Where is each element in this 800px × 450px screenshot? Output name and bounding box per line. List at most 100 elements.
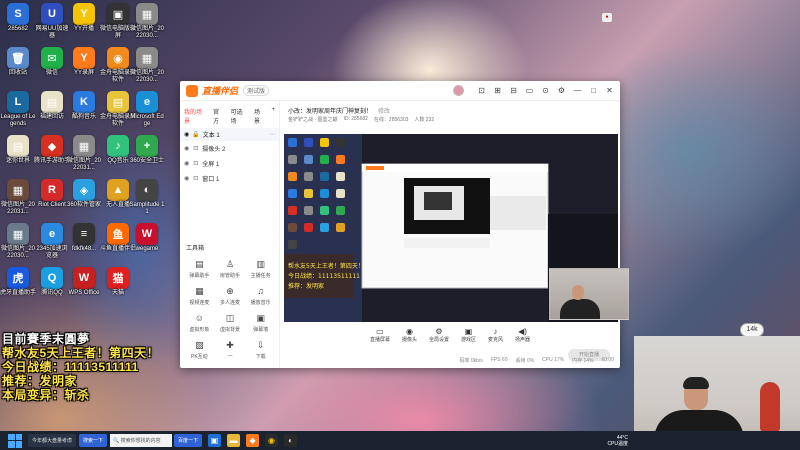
- baidu-button[interactable]: 百度一下: [174, 434, 203, 447]
- live-companion-taskbar-icon[interactable]: ◆: [246, 434, 260, 447]
- desktop-icon[interactable]: Q 腾讯QQ: [34, 267, 70, 297]
- scene-actions-icon[interactable]: ⋯: [269, 131, 275, 138]
- desktop-icon[interactable]: ▦ 微信图片_2022031...: [0, 179, 36, 216]
- layer-item[interactable]: ◉ ⊡ 窗口 1: [180, 171, 279, 186]
- desktop-icon[interactable]: R Riot Client: [34, 179, 70, 209]
- live-control-button[interactable]: ▭ 直播屏幕: [370, 327, 390, 343]
- desktop-icon[interactable]: Y YY开播: [66, 3, 102, 33]
- window-control-icon[interactable]: ⚙: [557, 86, 566, 95]
- tool-item[interactable]: ▤ 弹幕助手: [184, 259, 215, 279]
- desktop-icon[interactable]: ◆ 腾讯手游助手: [34, 135, 70, 165]
- live-control-button[interactable]: ♪ 麦克风: [488, 327, 503, 343]
- tool-icon: ▤: [195, 259, 204, 269]
- eye-icon[interactable]: ◉: [184, 160, 189, 167]
- eye-icon[interactable]: ◉: [184, 145, 189, 152]
- layer-item[interactable]: ◉ ⊡ 摄像头 2: [180, 141, 279, 156]
- tool-label: 下载: [255, 354, 266, 360]
- nested-overlay-text-3: 推荐：发明家: [288, 282, 324, 290]
- desktop-icon[interactable]: K 酷狗音乐: [66, 91, 102, 121]
- tool-item[interactable]: ◫ 虚拟背景: [215, 313, 246, 333]
- taskbar-search-button[interactable]: 搜索一下: [79, 434, 108, 447]
- desktop-icon[interactable]: S 285682: [0, 3, 36, 33]
- status-item: 60:00: [601, 357, 614, 363]
- window-control-icon[interactable]: ⊡: [477, 86, 486, 95]
- follower-badge: 14k: [740, 323, 764, 337]
- desktop-icon-label: 微信: [45, 70, 58, 76]
- tab-3[interactable]: 场景: [254, 107, 266, 125]
- nested-overlay-text: 帮水友5天上王者！第四天！: [288, 262, 364, 270]
- desktop-icon[interactable]: e Microsoft Edge: [129, 91, 165, 128]
- desktop-icon-label: 腾讯手游助手: [34, 158, 71, 164]
- tool-item[interactable]: ⇩ 下载: [245, 340, 276, 360]
- taskbar-search-input[interactable]: 🔍 搜索你想找的内容: [110, 434, 173, 447]
- window-control-icon[interactable]: □: [589, 86, 598, 95]
- taskbar-news-pill[interactable]: 今年都大盘量考虑: [28, 434, 77, 447]
- eye-icon[interactable]: ◉: [184, 131, 189, 138]
- window-control-icon[interactable]: ⊙: [541, 86, 550, 95]
- desktop-icon[interactable]: ◐ Samplitude 11: [129, 179, 165, 216]
- desktop-icon-label: 微信图片_2022031...: [66, 158, 101, 171]
- tab-0[interactable]: 我的场景: [184, 107, 207, 125]
- desktop-icon[interactable]: Wwegame: [129, 223, 165, 253]
- lock-icon[interactable]: 🔒: [192, 131, 199, 138]
- desktop-icon[interactable]: Y YY录屏: [66, 47, 102, 77]
- tool-item[interactable]: ▣ 弹幕墙: [245, 313, 276, 333]
- live-control-button[interactable]: ◉ 摄像头: [402, 327, 417, 343]
- desktop-icon[interactable]: ▦ 微信图片_2022031...: [66, 135, 102, 172]
- desktop-icon[interactable]: ▦ 微信图片_2022030...: [0, 223, 36, 260]
- tab-2[interactable]: 可选场: [231, 107, 248, 125]
- scene-row[interactable]: ◉ 🔒 文本 1 ⋯: [180, 128, 279, 141]
- add-scene-icon[interactable]: +: [271, 107, 275, 125]
- desktop-icon[interactable]: ▦ 微信图片_2022030...: [129, 47, 165, 84]
- avatar[interactable]: [453, 85, 464, 96]
- samplitude-taskbar-icon[interactable]: ◐: [284, 434, 298, 447]
- window-control-icon[interactable]: ▭: [525, 86, 534, 95]
- app-icon: ◐: [136, 179, 158, 201]
- desktop-icon[interactable]: ≡ fdkfk48...: [66, 223, 102, 253]
- lock-icon[interactable]: ⊡: [193, 145, 198, 152]
- tool-item[interactable]: ♫ 播放音乐: [245, 286, 276, 306]
- desktop-icon[interactable]: L League of Legends: [0, 91, 36, 128]
- desktop-icon[interactable]: e 2345加速浏览器: [34, 223, 70, 260]
- window-control-icon[interactable]: ⊞: [493, 86, 502, 95]
- desktop-icon[interactable]: 虎虎牙直播助手: [0, 267, 36, 297]
- tool-item[interactable]: ⊕ 多人连麦: [215, 286, 246, 306]
- tab-1[interactable]: 官方: [213, 107, 225, 125]
- desktop-icon[interactable]: ✉ 微信: [34, 47, 70, 77]
- desktop-icon[interactable]: 猫天猫: [100, 267, 136, 297]
- window-control-icon[interactable]: —: [573, 86, 582, 95]
- live-control-button[interactable]: ◀) 扬声器: [515, 327, 530, 343]
- live-control-button[interactable]: ⚙ 全局设置: [429, 327, 449, 343]
- eye-icon[interactable]: ◉: [184, 175, 189, 182]
- notification-icon[interactable]: ●: [602, 13, 612, 22]
- windows-start-icon[interactable]: [8, 433, 22, 448]
- tool-item[interactable]: ✚ —: [215, 340, 246, 360]
- tool-item[interactable]: ♙ 房管助手: [215, 259, 246, 279]
- app-icon: ▤: [107, 91, 129, 113]
- tool-item[interactable]: ▥ 主播任务: [245, 259, 276, 279]
- lock-icon[interactable]: ⊡: [193, 175, 198, 182]
- lock-icon[interactable]: ⊡: [193, 160, 198, 167]
- layer-item[interactable]: ◉ ⊡ 全屏 1: [180, 156, 279, 171]
- tool-item[interactable]: ▦ 视频连麦: [184, 286, 215, 306]
- file-explorer-icon[interactable]: ▬: [227, 434, 241, 447]
- desktop-icon-label: 回收站: [8, 70, 27, 76]
- live-control-button[interactable]: ▣ 游戏区: [461, 327, 476, 343]
- live-control-icon: ▣: [464, 327, 473, 336]
- tool-item[interactable]: ☺ 虚拟形象: [184, 313, 215, 333]
- desktop-icon[interactable]: U 网易UU加速器: [34, 3, 70, 40]
- desktop-icon[interactable]: ▦ 微信图片_2022030...: [129, 3, 165, 40]
- desktop-icon[interactable]: ◈ 360软件管家: [66, 179, 102, 209]
- yy-taskbar-icon[interactable]: ◉: [265, 434, 279, 447]
- window-control-icon[interactable]: ✕: [605, 86, 614, 95]
- task-view-icon[interactable]: ▣: [208, 434, 222, 447]
- desktop-icon[interactable]: W WPS Office: [66, 267, 102, 297]
- edit-title-link[interactable]: 修改: [378, 106, 390, 115]
- desktop-icon[interactable]: ▤ 迷你世界: [0, 135, 36, 165]
- tool-item[interactable]: ▧ PK互动: [184, 340, 215, 360]
- system-tray[interactable]: 44°C CPU温度: [607, 435, 628, 447]
- desktop-icon[interactable]: 🗑 回收站: [0, 47, 36, 77]
- desktop-icon[interactable]: ▤ 福建回访: [34, 91, 70, 121]
- window-control-icon[interactable]: ⊟: [509, 86, 518, 95]
- desktop-icon[interactable]: +360安全卫士: [129, 135, 165, 165]
